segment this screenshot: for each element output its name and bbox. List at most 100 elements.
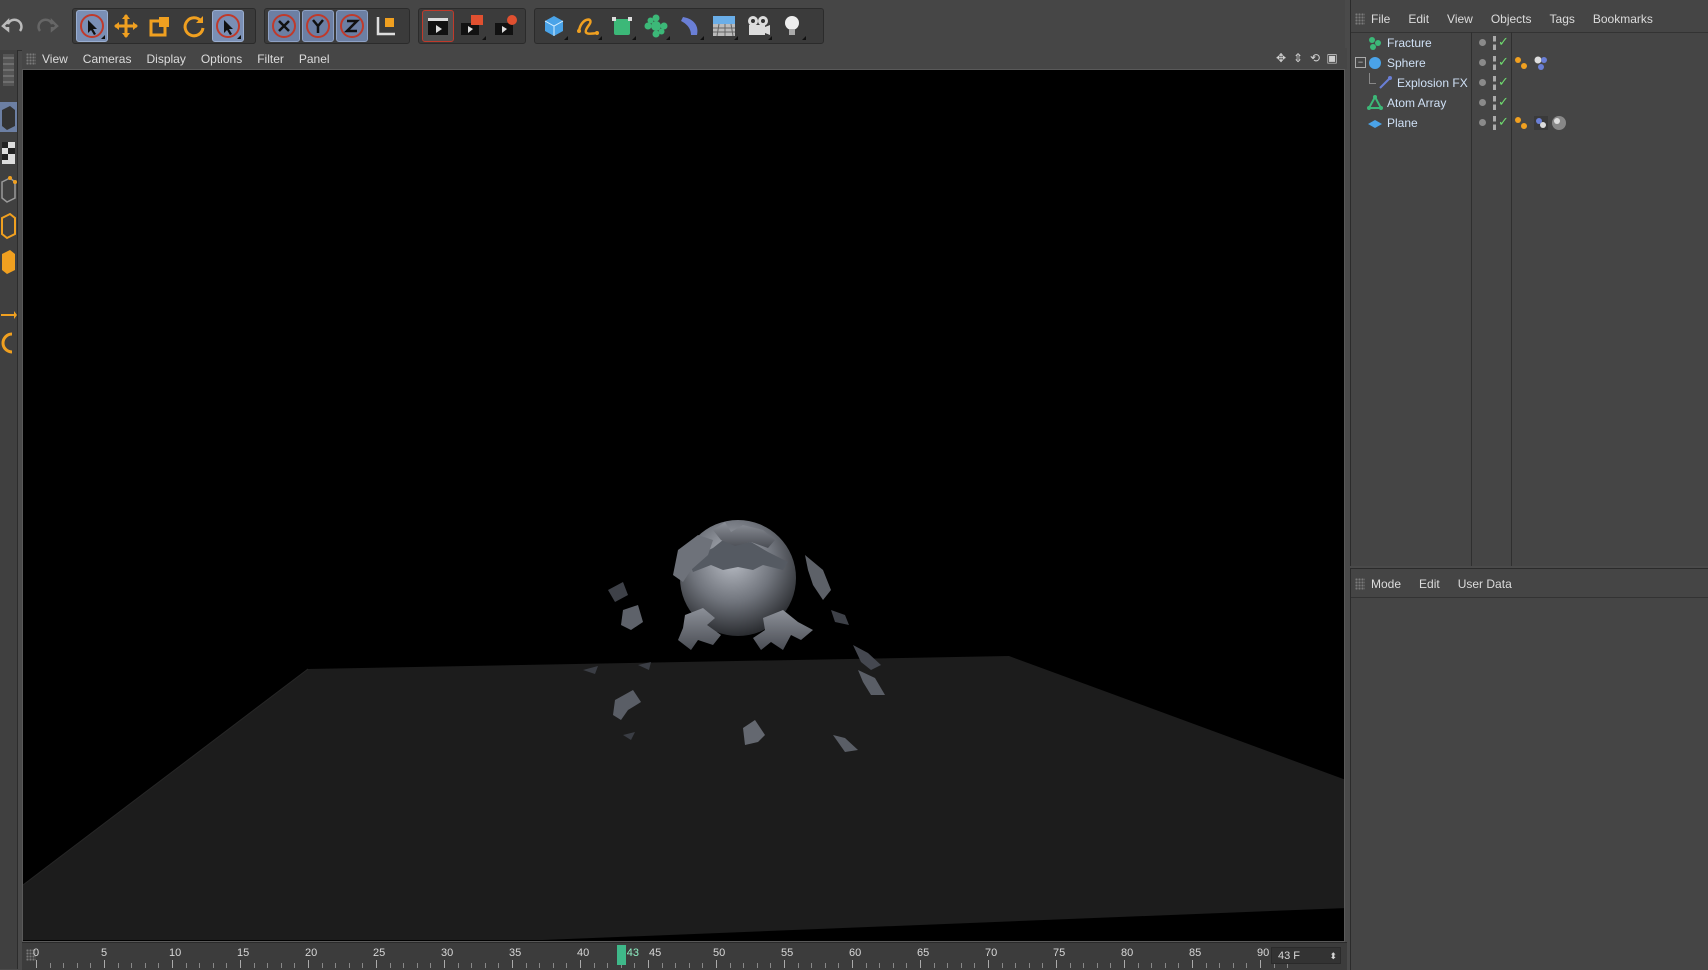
render-visibility-toggle[interactable]	[1493, 96, 1496, 110]
menu-user-data[interactable]: User Data	[1458, 577, 1512, 591]
am-grip[interactable]	[1355, 578, 1365, 590]
attribute-manager-menubar: Mode Edit User Data	[1351, 571, 1708, 598]
render-settings-icon[interactable]	[490, 10, 522, 42]
editor-visibility-dot[interactable]	[1479, 39, 1486, 46]
model-mode-icon[interactable]	[0, 102, 17, 132]
timeline[interactable]: 0 5 10 15 20 25 30 35 40 45 50 55 60 65 70 75 80 85 90 43 …	[22, 942, 1347, 970]
nurbs-icon[interactable]	[606, 10, 638, 42]
spline-icon[interactable]	[572, 10, 604, 42]
viewport-menubar: View Cameras Display Options Filter Pane…	[22, 48, 1347, 69]
edges-mode-icon[interactable]	[0, 210, 17, 240]
orbit-icon[interactable]: ⟲	[1308, 51, 1322, 65]
menu-edit[interactable]: Edit	[1408, 12, 1429, 26]
enabled-check-icon[interactable]: ✓	[1498, 34, 1509, 50]
menu-display[interactable]: Display	[146, 52, 185, 66]
menu-tags[interactable]: Tags	[1550, 12, 1575, 26]
tools-group	[72, 8, 256, 44]
material-tag-icon[interactable]	[1533, 55, 1549, 71]
om-grip[interactable]	[1355, 13, 1365, 25]
menu-filter[interactable]: Filter	[257, 52, 284, 66]
tick-label: 45	[649, 947, 662, 959]
redo-icon[interactable]	[31, 10, 63, 42]
move-icon[interactable]	[110, 10, 142, 42]
menu-options[interactable]: Options	[201, 52, 242, 66]
editor-visibility-dot[interactable]	[1479, 79, 1486, 86]
tick-mark	[1260, 960, 1261, 968]
object-row-fracture[interactable]: Fracture ✓	[1351, 33, 1708, 53]
render-visibility-toggle[interactable]	[1493, 56, 1496, 70]
live-selection-icon[interactable]	[76, 10, 108, 42]
scale-icon[interactable]	[144, 10, 176, 42]
object-row-sphere[interactable]: − Sphere ✓	[1351, 53, 1708, 73]
timeline-playhead[interactable]	[616, 945, 626, 965]
enabled-check-icon[interactable]: ✓	[1498, 74, 1509, 90]
enabled-check-icon[interactable]: ✓	[1498, 94, 1509, 110]
light-icon[interactable]	[776, 10, 808, 42]
tick-mark	[253, 963, 255, 968]
menu-cameras[interactable]: Cameras	[83, 52, 132, 66]
render-visibility-toggle[interactable]	[1493, 76, 1496, 90]
points-mode-icon[interactable]	[0, 174, 17, 204]
texture-tag-icon[interactable]	[1533, 115, 1549, 131]
tick-mark	[566, 963, 568, 968]
grip-handle[interactable]	[26, 52, 36, 65]
recent-tool-icon[interactable]	[212, 10, 244, 42]
object-row-atom-array[interactable]: Atom Array ✓	[1351, 93, 1708, 113]
tick-mark	[158, 963, 160, 968]
coordinate-system-icon[interactable]	[370, 10, 402, 42]
render-visibility-toggle[interactable]	[1493, 116, 1496, 130]
editor-visibility-dot[interactable]	[1479, 99, 1486, 106]
enabled-check-icon[interactable]: ✓	[1498, 54, 1509, 70]
tick-label: 35	[509, 947, 522, 959]
frame-stepper-icon[interactable]: ⬍	[1329, 948, 1337, 965]
phong-tag-icon[interactable]	[1513, 115, 1529, 131]
tick-mark	[1137, 963, 1139, 968]
3d-viewport[interactable]	[22, 69, 1345, 942]
phong-tag-icon[interactable]	[1513, 55, 1529, 71]
cube-icon[interactable]	[538, 10, 570, 42]
menu-bookmarks[interactable]: Bookmarks	[1593, 12, 1653, 26]
render-visibility-toggle[interactable]	[1493, 36, 1496, 50]
menu-view[interactable]: View	[42, 52, 68, 66]
object-row-plane[interactable]: Plane ✓	[1351, 113, 1708, 133]
material-sphere-icon[interactable]	[1551, 115, 1567, 131]
enabled-check-icon[interactable]: ✓	[1498, 114, 1509, 130]
sphere-icon	[1369, 57, 1381, 69]
collapse-toggle-icon[interactable]: −	[1355, 57, 1366, 68]
z-axis-lock-icon[interactable]	[336, 10, 368, 42]
menu-mode[interactable]: Mode	[1371, 577, 1401, 591]
pan-icon[interactable]: ✥	[1274, 51, 1288, 65]
axis-mode-icon[interactable]	[0, 300, 17, 330]
y-axis-lock-icon[interactable]	[302, 10, 334, 42]
tick-label: 60	[849, 947, 862, 959]
object-name: Fracture	[1387, 36, 1432, 50]
tick-mark	[117, 963, 119, 968]
texture-mode-icon[interactable]	[0, 50, 17, 90]
render-view-icon[interactable]	[422, 10, 454, 42]
undo-icon[interactable]	[0, 10, 29, 42]
array-icon[interactable]	[640, 10, 672, 42]
menu-om-view[interactable]: View	[1447, 12, 1473, 26]
rotate-icon[interactable]	[178, 10, 210, 42]
environment-icon[interactable]	[708, 10, 740, 42]
tick-mark	[947, 963, 949, 968]
dolly-icon[interactable]: ⇕	[1291, 51, 1305, 65]
object-row-explosion-fx[interactable]: Explosion FX ✓	[1351, 73, 1708, 93]
current-frame-field[interactable]: 43 F ⬍	[1271, 947, 1341, 964]
checker-mode-icon[interactable]	[0, 138, 17, 168]
menu-file[interactable]: File	[1371, 12, 1390, 26]
maximize-icon[interactable]: ▣	[1325, 51, 1339, 65]
menu-objects[interactable]: Objects	[1491, 12, 1532, 26]
menu-panel[interactable]: Panel	[299, 52, 330, 66]
editor-visibility-dot[interactable]	[1479, 59, 1486, 66]
x-axis-lock-icon[interactable]	[268, 10, 300, 42]
tick-mark	[920, 960, 921, 968]
deformer-icon[interactable]	[674, 10, 706, 42]
render-picture-viewer-icon[interactable]	[456, 10, 488, 42]
polygons-mode-icon[interactable]	[0, 246, 17, 276]
object-name: Plane	[1387, 116, 1418, 130]
camera-icon[interactable]	[742, 10, 774, 42]
editor-visibility-dot[interactable]	[1479, 119, 1486, 126]
tweak-mode-icon[interactable]	[0, 328, 17, 358]
menu-am-edit[interactable]: Edit	[1419, 577, 1440, 591]
